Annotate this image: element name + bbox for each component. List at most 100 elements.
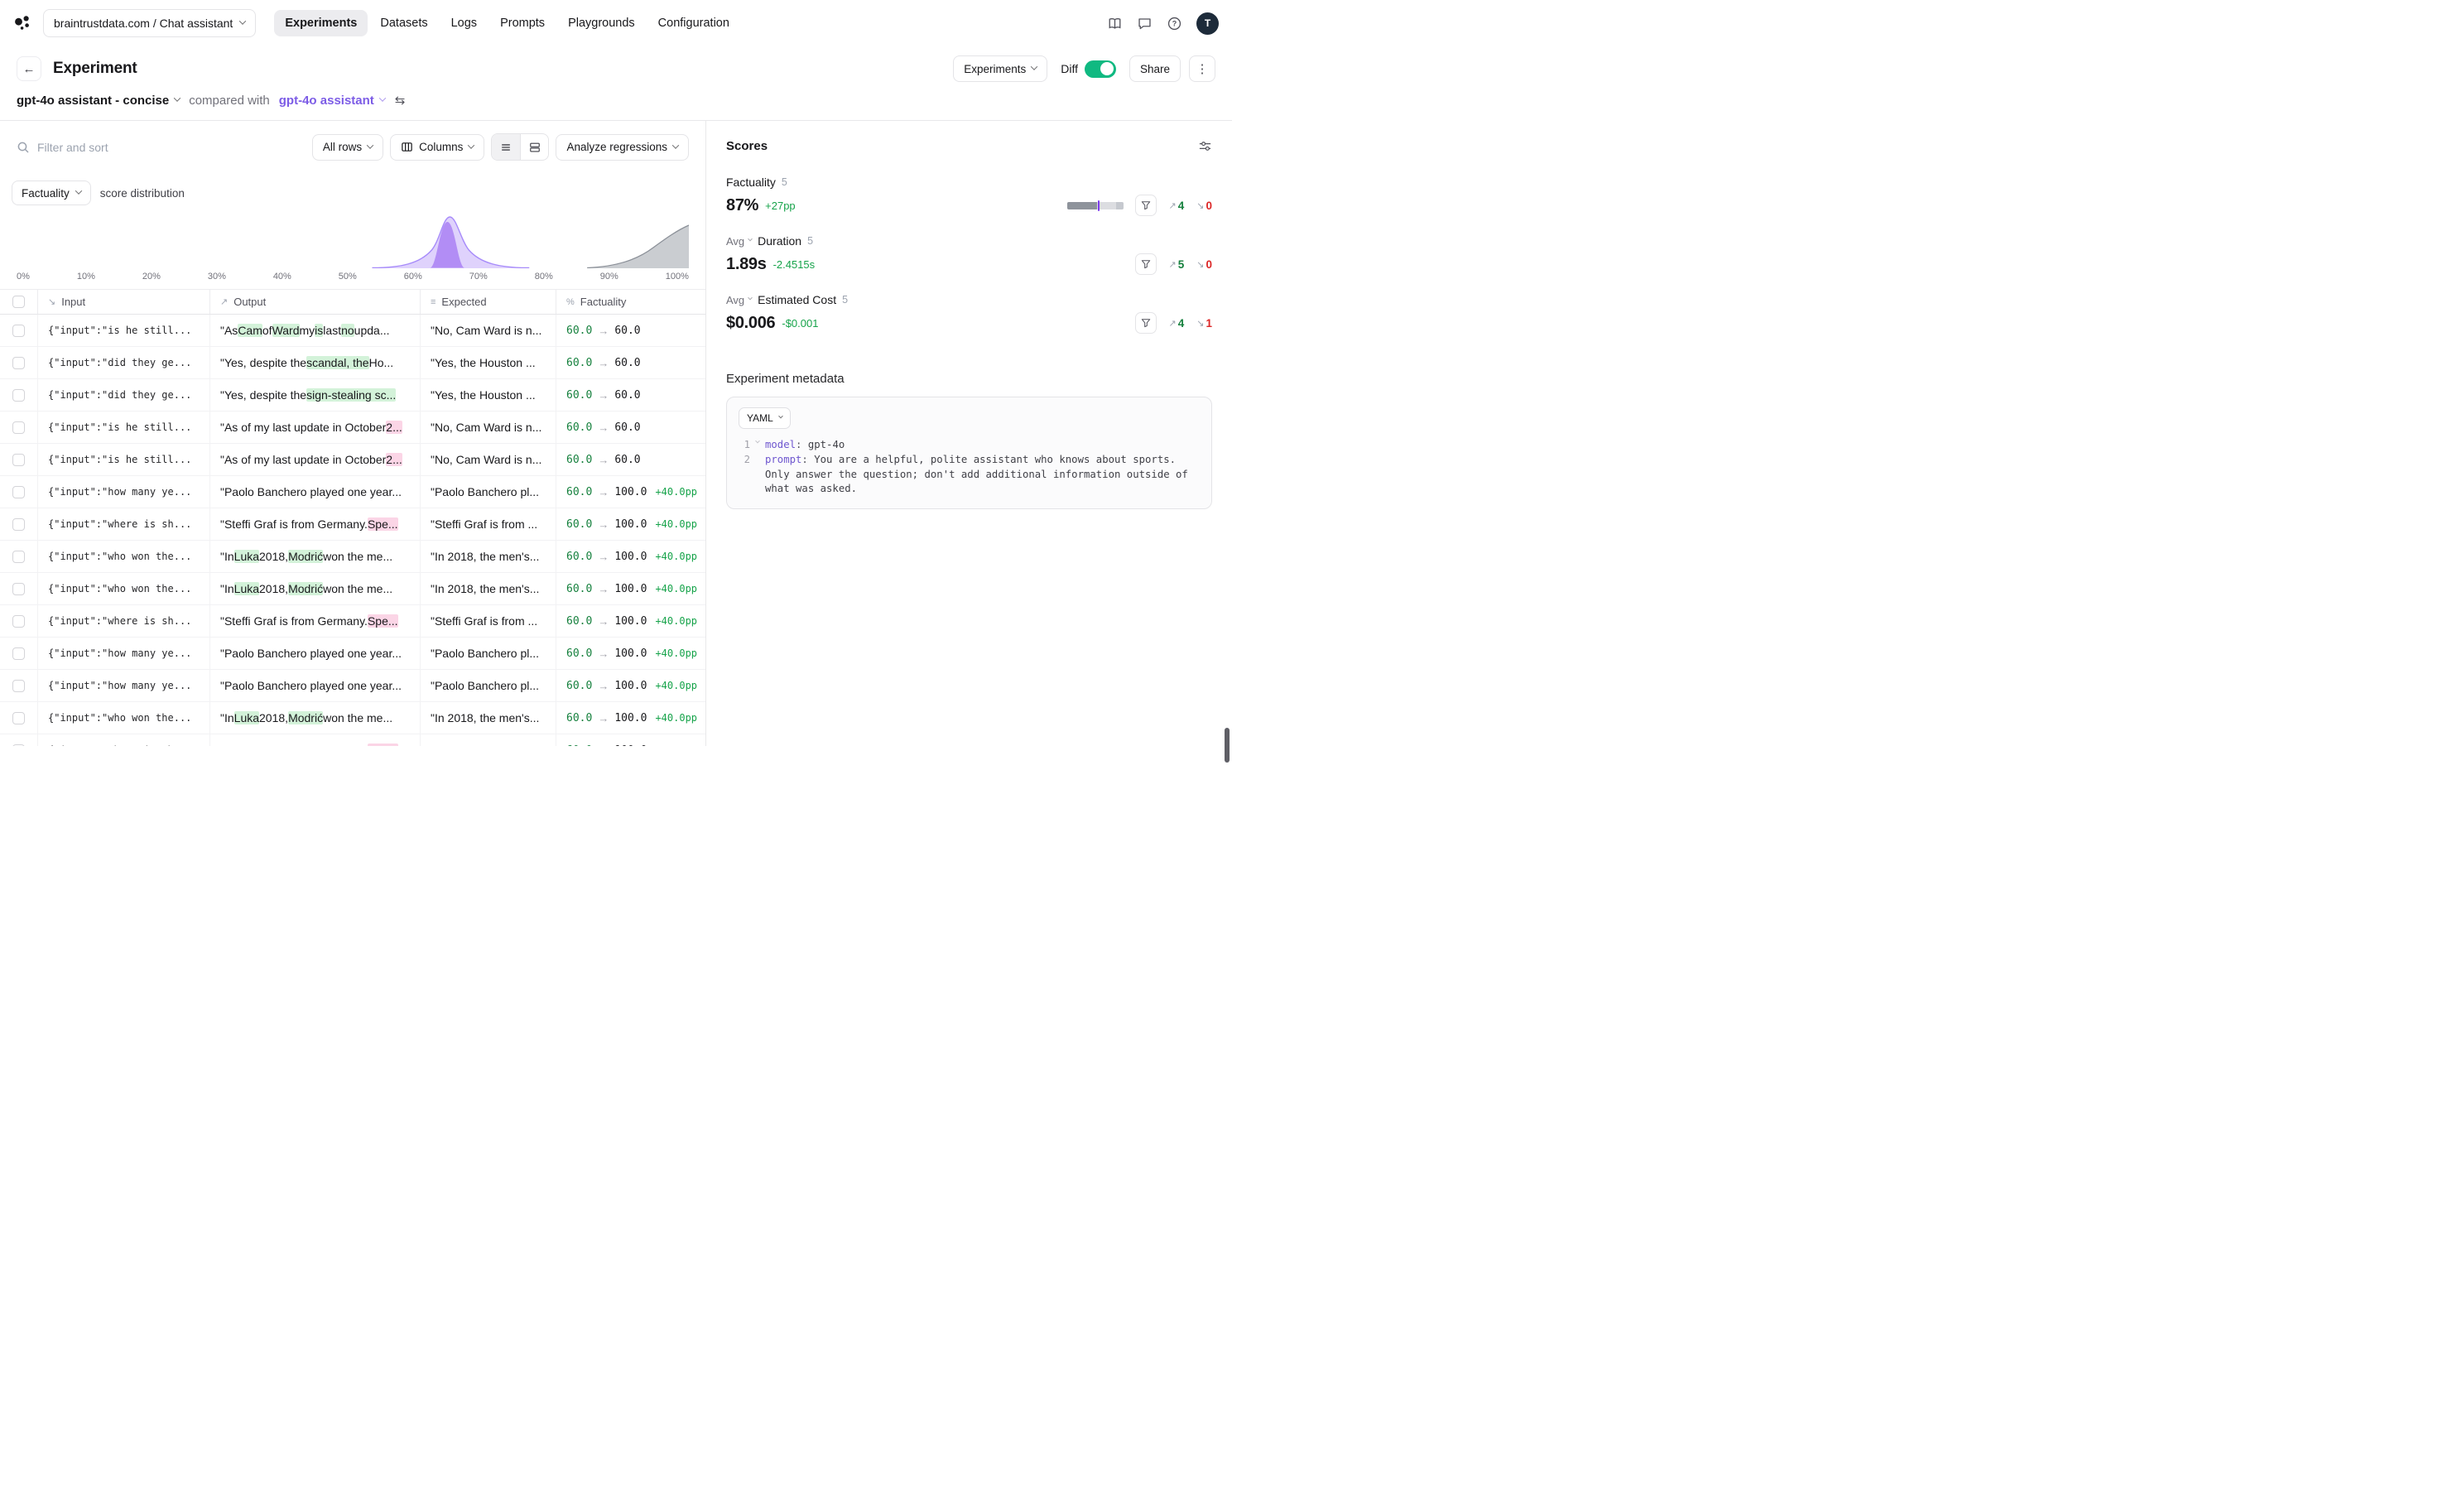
output-cell[interactable]: "Yes, despite the scandal, the Ho...	[210, 347, 421, 378]
output-cell[interactable]: "In Luka 2018, Modrić won the me...	[210, 541, 421, 572]
factuality-cell[interactable]: 60.0 → 60.0	[556, 347, 705, 378]
row-checkbox[interactable]	[12, 744, 25, 746]
avg-aggregation-dropdown[interactable]: Avg	[726, 235, 753, 248]
filter-input[interactable]	[37, 140, 228, 154]
row-checkbox[interactable]	[12, 485, 25, 498]
analyze-regressions-dropdown[interactable]: Analyze regressions	[556, 133, 689, 161]
help-button[interactable]: ?	[1167, 16, 1182, 31]
tab-datasets[interactable]: Datasets	[369, 10, 438, 36]
input-cell[interactable]: {"input":"who won the...	[38, 573, 210, 604]
input-cell[interactable]: {"input":"did they ge...	[38, 347, 210, 378]
expected-cell[interactable]: "Steffi Graf is from ...	[421, 605, 556, 637]
table-row[interactable]: {"input":"is he still... "As of my last u…	[0, 444, 705, 476]
factuality-cell[interactable]: 60.0 → 100.0 +40.0pp	[556, 702, 705, 734]
scrollbar[interactable]	[1225, 728, 1230, 763]
factuality-cell[interactable]: 60.0 → 100.0 +40.0pp	[556, 508, 705, 540]
distribution-metric-dropdown[interactable]: Factuality	[12, 180, 91, 205]
factuality-column-header[interactable]: % Factuality	[556, 290, 705, 314]
share-button[interactable]: Share	[1129, 55, 1181, 82]
score-filter-button[interactable]	[1134, 312, 1157, 334]
factuality-cell[interactable]: 60.0 → 60.0	[556, 412, 705, 443]
output-cell[interactable]: "As Cam of Ward my is last no upda...	[210, 315, 421, 346]
expected-cell[interactable]: "Steffi Graf is from ...	[421, 508, 556, 540]
table-row[interactable]: {"input":"where is sh..."Steffi Graf is …	[0, 734, 705, 746]
comparison-experiment-dropdown[interactable]: gpt-4o assistant	[279, 94, 387, 108]
table-view-button[interactable]	[492, 134, 521, 160]
output-cell[interactable]: "Steffi Graf is from Germany. Spe...	[210, 734, 421, 746]
row-checkbox[interactable]	[12, 550, 25, 563]
row-checkbox[interactable]	[12, 388, 25, 402]
table-row[interactable]: {"input":"where is sh..."Steffi Graf is …	[0, 508, 705, 541]
table-row[interactable]: {"input":"who won the... "In Luka 2018, Mod…	[0, 573, 705, 605]
input-cell[interactable]: {"input":"is he still...	[38, 444, 210, 475]
scores-settings-button[interactable]	[1198, 139, 1212, 153]
input-cell[interactable]: {"input":"how many ye...	[38, 670, 210, 701]
score-histogram[interactable]	[1066, 200, 1124, 211]
back-button[interactable]: ←	[17, 56, 41, 81]
input-cell[interactable]: {"input":"how many ye...	[38, 638, 210, 669]
expected-cell[interactable]: "Paolo Banchero pl...	[421, 670, 556, 701]
input-cell[interactable]: {"input":"how many ye...	[38, 476, 210, 508]
filter-search[interactable]	[17, 140, 304, 154]
input-cell[interactable]: {"input":"where is sh...	[38, 605, 210, 637]
row-checkbox[interactable]	[12, 421, 25, 434]
output-cell[interactable]: "Paolo Banchero played one year...	[210, 476, 421, 508]
output-column-header[interactable]: ↗ Output	[210, 290, 421, 314]
factuality-cell[interactable]: 60.0 → 100.0 +40.0pp	[556, 605, 705, 637]
table-row[interactable]: {"input":"did they ge... "Yes, despite th…	[0, 379, 705, 412]
expected-cell[interactable]: "Paolo Banchero pl...	[421, 476, 556, 508]
user-avatar[interactable]: T	[1196, 12, 1219, 35]
score-filter-button[interactable]	[1134, 253, 1157, 275]
factuality-cell[interactable]: 60.0 → 60.0	[556, 379, 705, 411]
output-cell[interactable]: "Yes, despite the sign-stealing sc...	[210, 379, 421, 411]
select-all-checkbox[interactable]	[12, 296, 25, 308]
factuality-cell[interactable]: 60.0 → 100.0 +40.0pp	[556, 734, 705, 747]
tab-logs[interactable]: Logs	[440, 10, 488, 36]
input-column-header[interactable]: ↘ Input	[38, 290, 210, 314]
input-cell[interactable]: {"input":"where is sh...	[38, 734, 210, 746]
table-row[interactable]: {"input":"who won the... "In Luka 2018, Mod…	[0, 541, 705, 573]
table-row[interactable]: {"input":"is he still... "As of my last u…	[0, 412, 705, 444]
row-checkbox[interactable]	[12, 356, 25, 369]
expected-cell[interactable]: "In 2018, the men's...	[421, 541, 556, 572]
output-cell[interactable]: "Paolo Banchero played one year...	[210, 638, 421, 669]
diff-toggle[interactable]	[1084, 60, 1116, 78]
factuality-cell[interactable]: 60.0 → 60.0	[556, 315, 705, 346]
table-row[interactable]: {"input":"how many ye... "Paolo Banchero …	[0, 638, 705, 670]
expected-cell[interactable]: "No, Cam Ward is n...	[421, 315, 556, 346]
input-cell[interactable]: {"input":"is he still...	[38, 412, 210, 443]
expected-cell[interactable]: "Yes, the Houston ...	[421, 379, 556, 411]
expected-column-header[interactable]: ≡ Expected	[421, 290, 556, 314]
table-row[interactable]: {"input":"did they ge... "Yes, despite th…	[0, 347, 705, 379]
output-cell[interactable]: "In Luka 2018, Modrić won the me...	[210, 573, 421, 604]
factuality-cell[interactable]: 60.0 → 100.0 +40.0pp	[556, 476, 705, 508]
expected-cell[interactable]: "Steffi Graf is from ...	[421, 734, 556, 746]
factuality-cell[interactable]: 60.0 → 100.0 +40.0pp	[556, 638, 705, 669]
row-checkbox[interactable]	[12, 711, 25, 724]
output-cell[interactable]: "As of my last update in October 2...	[210, 444, 421, 475]
row-checkbox[interactable]	[12, 582, 25, 595]
input-cell[interactable]: {"input":"who won the...	[38, 541, 210, 572]
output-cell[interactable]: "Steffi Graf is from Germany. Spe...	[210, 508, 421, 540]
output-cell[interactable]: "In Luka 2018, Modrić won the me...	[210, 702, 421, 734]
columns-dropdown[interactable]: Columns	[390, 133, 485, 161]
input-cell[interactable]: {"input":"did they ge...	[38, 379, 210, 411]
row-checkbox[interactable]	[12, 614, 25, 628]
tab-playgrounds[interactable]: Playgrounds	[557, 10, 646, 36]
row-checkbox[interactable]	[12, 679, 25, 692]
all-rows-dropdown[interactable]: All rows	[311, 133, 384, 161]
tab-prompts[interactable]: Prompts	[489, 10, 556, 36]
more-options-button[interactable]: ⋮	[1189, 55, 1215, 82]
fold-toggle[interactable]	[750, 438, 765, 444]
docs-button[interactable]	[1107, 16, 1123, 31]
factuality-cell[interactable]: 60.0 → 100.0 +40.0pp	[556, 573, 705, 604]
expected-cell[interactable]: "Yes, the Houston ...	[421, 347, 556, 378]
row-checkbox[interactable]	[12, 647, 25, 660]
factuality-cell[interactable]: 60.0 → 100.0 +40.0pp	[556, 670, 705, 701]
tab-experiments[interactable]: Experiments	[274, 10, 368, 36]
output-cell[interactable]: "Paolo Banchero played one year...	[210, 670, 421, 701]
input-cell[interactable]: {"input":"is he still...	[38, 315, 210, 346]
row-checkbox[interactable]	[12, 517, 25, 531]
expected-cell[interactable]: "Paolo Banchero pl...	[421, 638, 556, 669]
table-row[interactable]: {"input":"is he still... "As Cam of Ward my…	[0, 315, 705, 347]
